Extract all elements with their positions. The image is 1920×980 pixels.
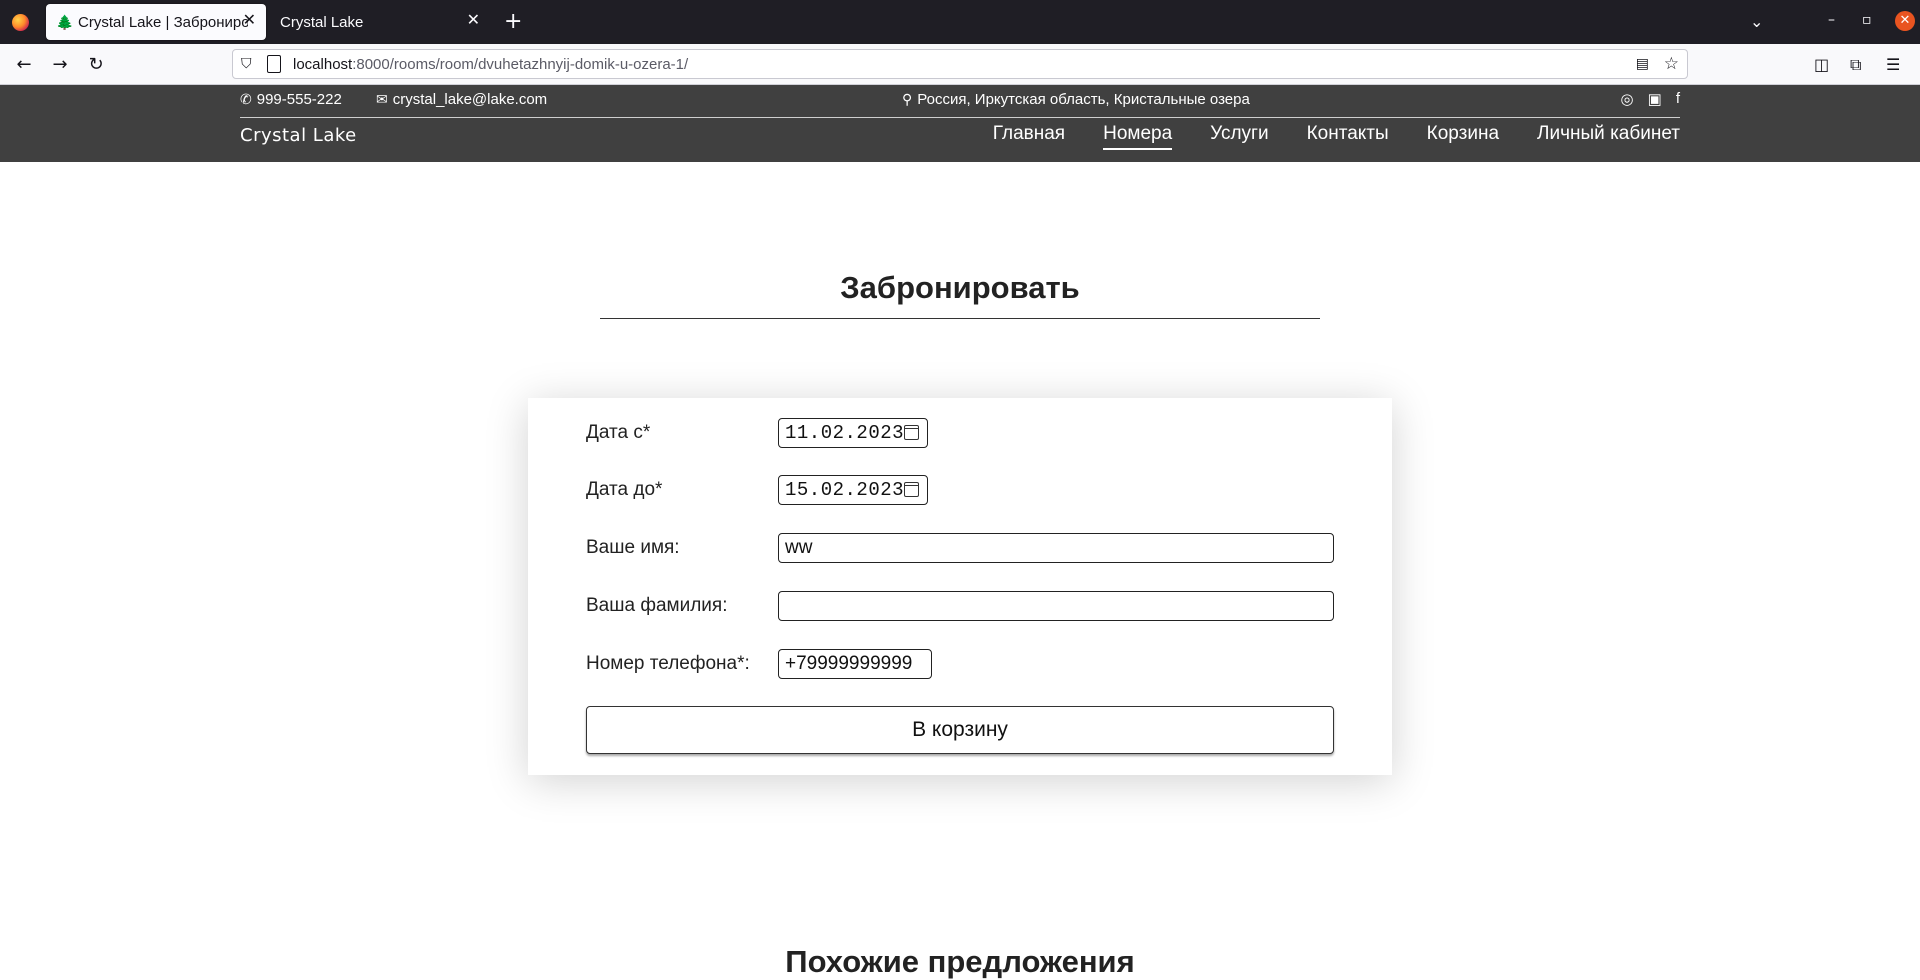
back-icon[interactable]: ←: [12, 53, 36, 77]
date-from-input[interactable]: 11.02.2023: [778, 418, 928, 448]
firefox-logo-icon: [12, 14, 29, 31]
url-text[interactable]: localhost:8000/rooms/room/dvuhetazhnyij-…: [293, 56, 688, 73]
forward-icon[interactable]: →: [48, 53, 72, 77]
first-name-input[interactable]: ww: [778, 533, 1334, 563]
email-contact[interactable]: ✉ crystal_lake@lake.com: [376, 91, 547, 108]
new-tab-icon[interactable]: +: [504, 10, 522, 34]
phone-input[interactable]: +79999999999: [778, 649, 932, 679]
phone-label: Номер телефона*:: [586, 653, 750, 674]
email-text: crystal_lake@lake.com: [392, 91, 548, 108]
url-bar[interactable]: ⛉ localhost:8000/rooms/room/dvuhetazhnyi…: [232, 49, 1688, 79]
map-pin-icon: ⚲: [902, 91, 913, 107]
phone-value: +79999999999: [785, 653, 913, 674]
similar-offers-title: Похожие предложения: [785, 944, 1135, 979]
booking-form: Дата с* 11.02.2023 Дата до* 15.02.2023 В…: [528, 398, 1392, 775]
date-from-row: Дата с* 11.02.2023: [586, 418, 928, 448]
page-info-icon[interactable]: [267, 55, 281, 73]
tab-active[interactable]: 🌲 Crystal Lake | Забронировать ✕: [46, 4, 266, 40]
last-name-label: Ваша фамилия:: [586, 595, 728, 616]
menu-item-services[interactable]: Услуги: [1210, 123, 1268, 150]
booking-title: Забронировать: [600, 270, 1320, 319]
social-links: ◎ ▣ f: [1621, 90, 1680, 108]
date-to-label: Дата до*: [586, 479, 663, 500]
date-from-value: 11.02.2023: [785, 422, 905, 444]
menu-item-rooms[interactable]: Номера: [1103, 123, 1173, 150]
date-to-row: Дата до* 15.02.2023: [586, 475, 928, 505]
main-menu: Главная Номера Услуги Контакты Корзина Л…: [993, 123, 1680, 150]
close-tab-icon[interactable]: ✕: [243, 12, 256, 30]
browser-navbar: ← → ↻ ⛉ localhost:8000/rooms/room/dvuhet…: [0, 44, 1920, 85]
address-text: Россия, Иркутская область, Кристальные о…: [917, 91, 1250, 108]
phone-text: 999-555-222: [256, 91, 342, 108]
pocket-icon[interactable]: ◫: [1814, 55, 1829, 74]
envelope-icon: ✉: [376, 91, 388, 107]
last-name-input[interactable]: [778, 591, 1334, 621]
bookmark-star-icon[interactable]: ☆: [1664, 54, 1679, 74]
site-header: ✆ 999-555-222 ✉ crystal_lake@lake.com ⚲ …: [0, 85, 1920, 162]
date-to-value: 15.02.2023: [785, 479, 905, 501]
brand-logo[interactable]: Crystal Lake: [240, 125, 357, 146]
contact-bar: ✆ 999-555-222 ✉ crystal_lake@lake.com ⚲ …: [240, 85, 1680, 118]
list-tabs-icon[interactable]: ⌄: [1750, 12, 1763, 31]
calendar-icon[interactable]: [904, 425, 919, 440]
facebook-icon[interactable]: f: [1676, 90, 1680, 108]
browser-tabbar: 🌲 Crystal Lake | Забронировать ✕ Crystal…: [0, 0, 1920, 44]
shield-icon[interactable]: ⛉: [241, 56, 257, 72]
menu-item-contacts[interactable]: Контакты: [1307, 123, 1389, 150]
tree-favicon-icon: 🌲: [56, 14, 74, 30]
window-close-icon[interactable]: ✕: [1895, 11, 1915, 31]
reader-view-icon[interactable]: ▤: [1636, 56, 1649, 72]
phone-icon: ✆: [240, 91, 252, 107]
calendar-icon[interactable]: [904, 482, 919, 497]
first-name-value: ww: [785, 537, 813, 558]
tab-title: Crystal Lake | Забронировать: [78, 13, 248, 31]
first-name-row: Ваше имя: ww: [586, 533, 1334, 563]
first-name-label: Ваше имя:: [586, 537, 680, 558]
last-name-row: Ваша фамилия:: [586, 591, 1334, 621]
phone-row: Номер телефона*: +79999999999: [586, 649, 932, 679]
minimize-icon[interactable]: –: [1828, 12, 1835, 28]
add-to-cart-button[interactable]: В корзину: [586, 706, 1334, 754]
reload-icon[interactable]: ↻: [84, 53, 108, 77]
date-from-label: Дата с*: [586, 422, 651, 443]
menu-hamburger-icon[interactable]: ☰: [1886, 55, 1900, 74]
tab-inactive[interactable]: Crystal Lake ✕: [270, 4, 490, 40]
menu-item-account[interactable]: Личный кабинет: [1537, 123, 1680, 150]
extensions-icon[interactable]: ⧉: [1850, 55, 1861, 75]
instagram-icon[interactable]: ◎: [1621, 90, 1634, 108]
phone-contact[interactable]: ✆ 999-555-222: [240, 91, 342, 108]
date-to-input[interactable]: 15.02.2023: [778, 475, 928, 505]
vk-icon[interactable]: ▣: [1648, 90, 1662, 108]
menu-item-cart[interactable]: Корзина: [1427, 123, 1499, 150]
tab-title: Crystal Lake: [280, 13, 364, 31]
close-tab-icon[interactable]: ✕: [467, 12, 480, 30]
address-contact: ⚲ Россия, Иркутская область, Кристальные…: [902, 91, 1250, 108]
restore-icon[interactable]: ▫: [1862, 12, 1872, 28]
menu-item-home[interactable]: Главная: [993, 123, 1065, 150]
